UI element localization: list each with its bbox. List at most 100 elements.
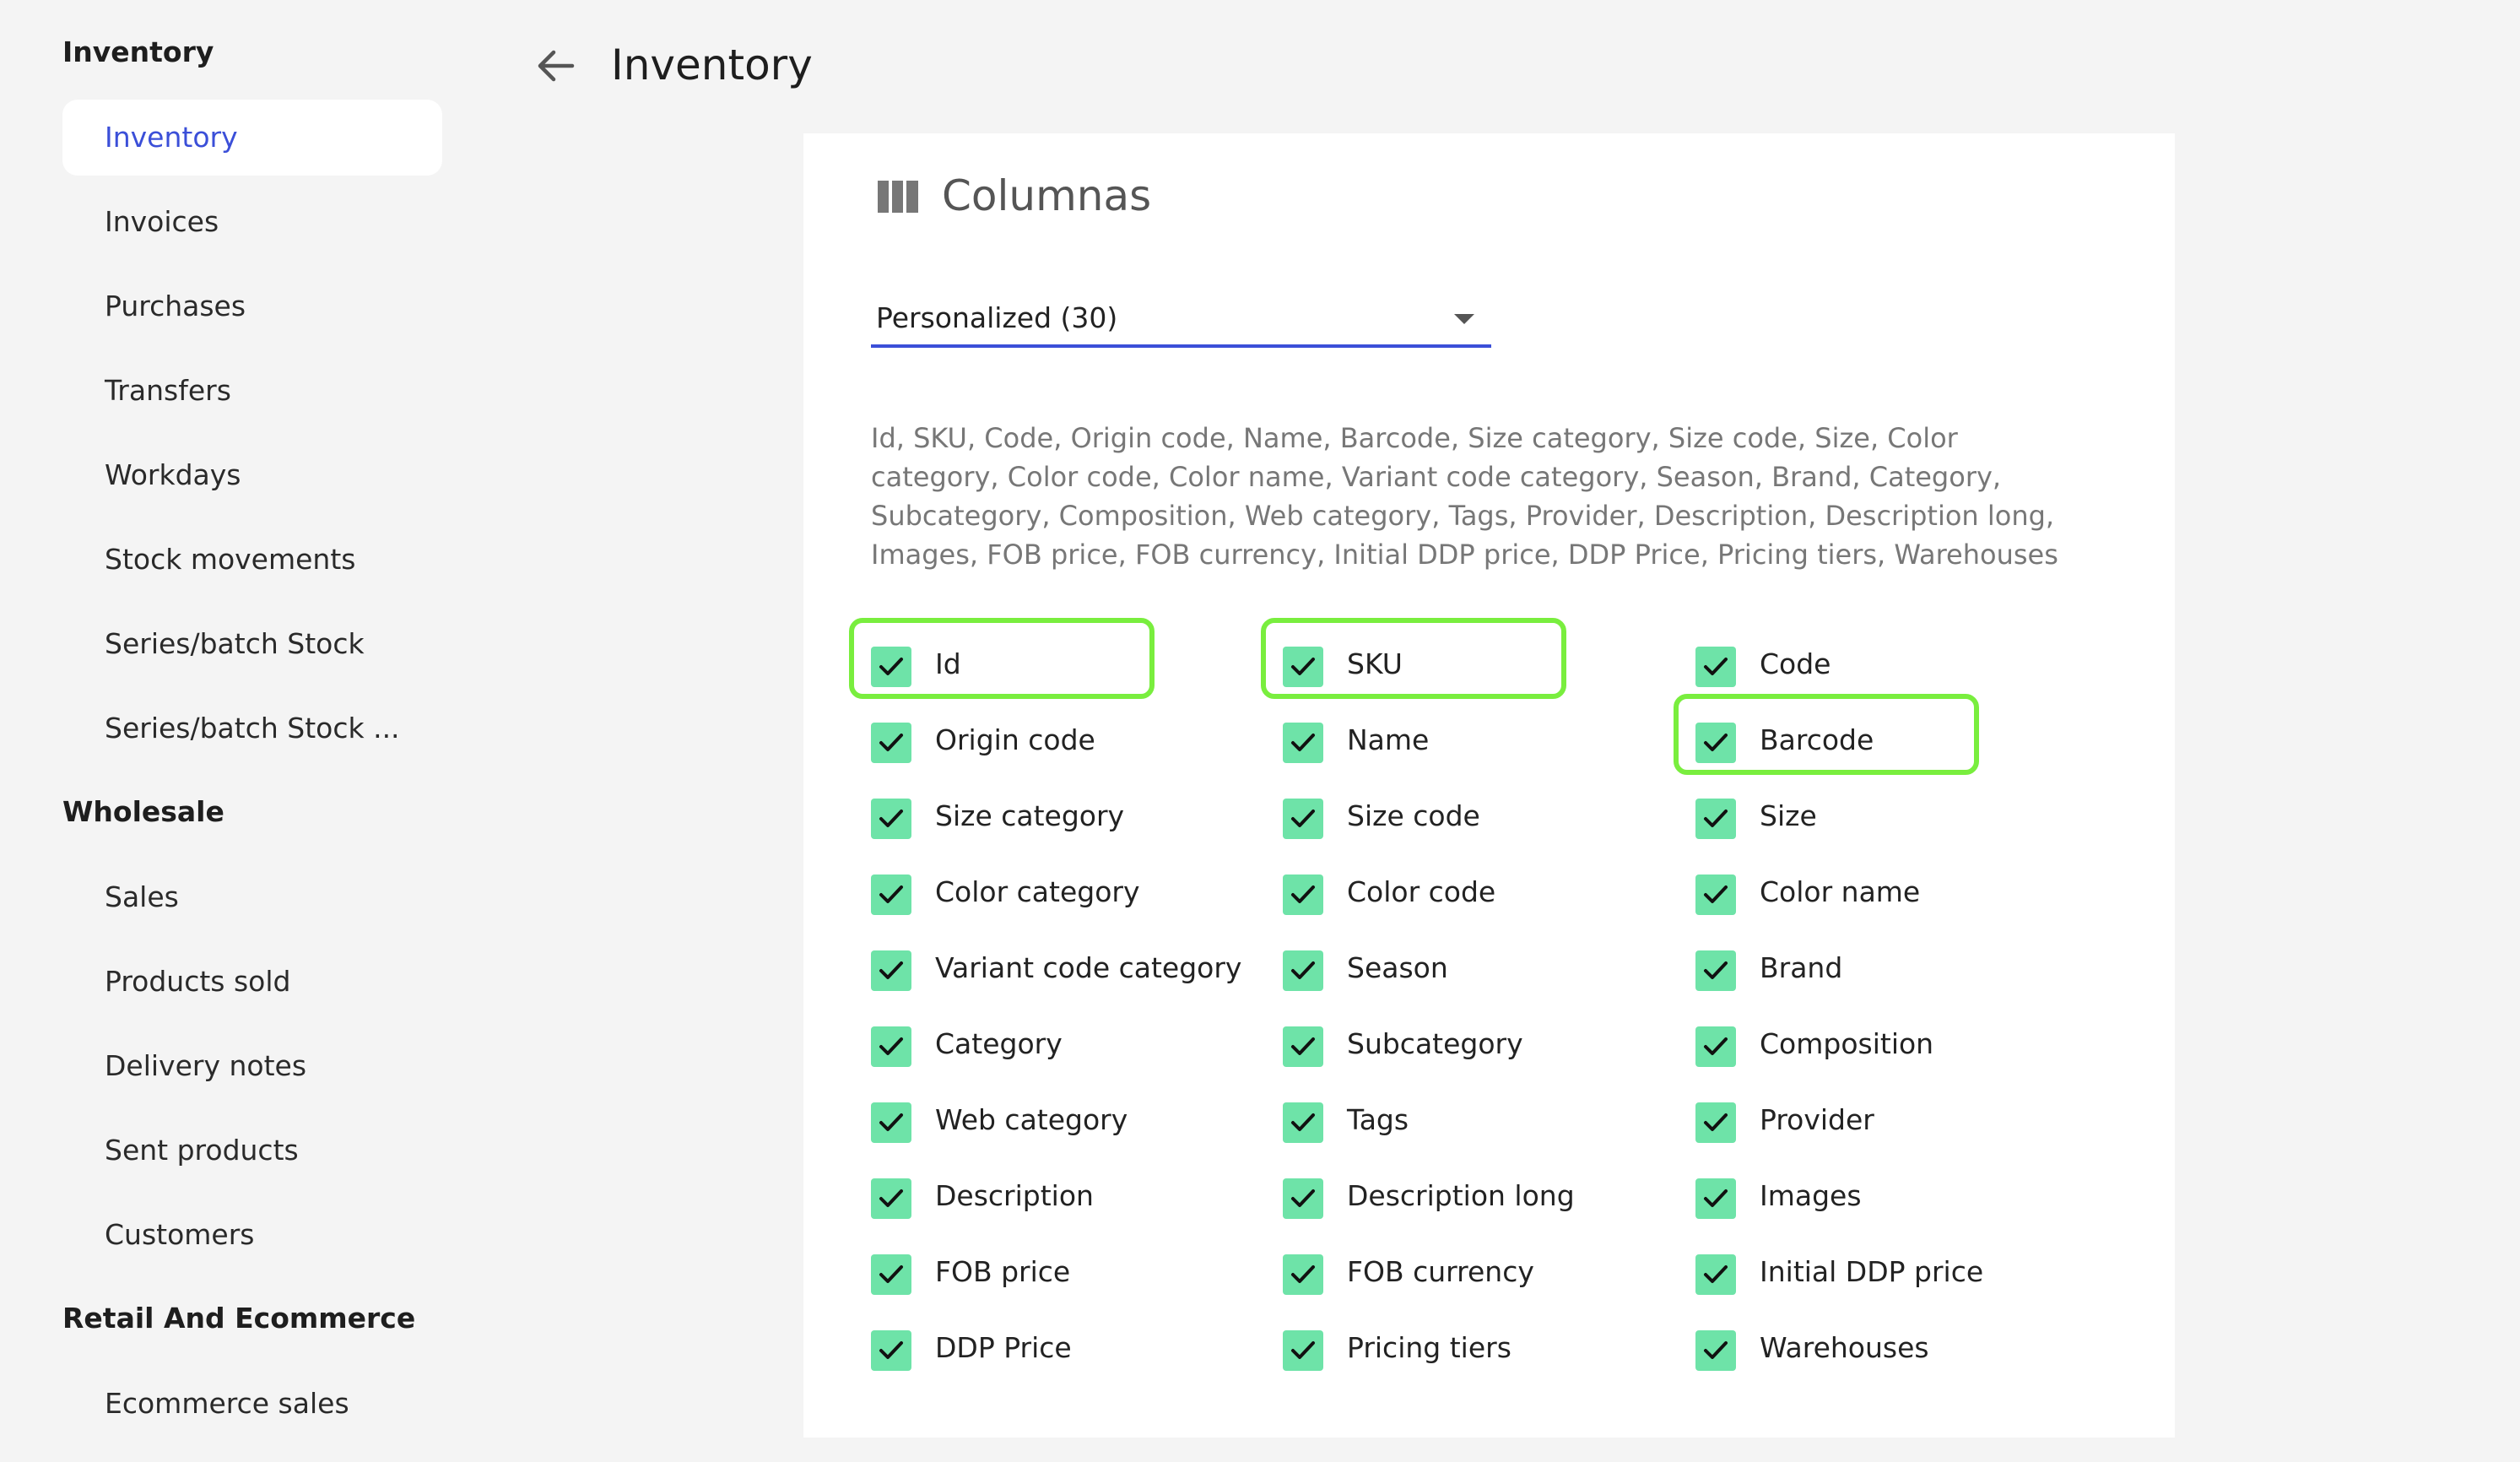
checkbox-checked-icon[interactable] (1283, 1330, 1323, 1371)
column-toggle-season[interactable]: Season (1283, 944, 1654, 994)
column-label: Origin code (935, 723, 1095, 756)
selected-columns-summary: Id, SKU, Code, Origin code, Name, Barcod… (871, 422, 2058, 571)
column-label: Category (935, 1027, 1063, 1060)
column-label: Images (1760, 1179, 1862, 1212)
checkbox-checked-icon[interactable] (1283, 647, 1323, 687)
checkbox-checked-icon[interactable] (871, 1254, 911, 1295)
column-toggle-id[interactable]: Id (871, 640, 1242, 690)
checkbox-checked-icon[interactable] (871, 1330, 911, 1371)
column-toggle-subcategory[interactable]: Subcategory (1283, 1020, 1654, 1070)
checkbox-checked-icon[interactable] (1283, 1026, 1323, 1067)
column-toggle-color-category[interactable]: Color category (871, 868, 1242, 918)
column-toggle-size-code[interactable]: Size code (1283, 792, 1654, 842)
column-toggle-initial-ddp-price[interactable]: Initial DDP price (1695, 1248, 2067, 1298)
checkbox-checked-icon[interactable] (871, 950, 911, 991)
column-label: Size category (935, 799, 1125, 832)
sidebar-item-purchases[interactable]: Purchases (62, 268, 442, 344)
sidebar-item-sales[interactable]: Sales (62, 859, 442, 935)
column-label: Size code (1347, 799, 1480, 832)
column-toggle-brand[interactable]: Brand (1695, 944, 2067, 994)
sidebar-item-sent-products[interactable]: Sent products (62, 1113, 442, 1189)
column-label: FOB currency (1347, 1255, 1534, 1288)
column-label: Warehouses (1760, 1331, 1929, 1364)
checkbox-checked-icon[interactable] (1283, 1178, 1323, 1219)
column-toggle-description-long[interactable]: Description long (1283, 1172, 1654, 1222)
checkbox-checked-icon[interactable] (1283, 799, 1323, 839)
checkbox-checked-icon[interactable] (1695, 647, 1736, 687)
columns-card: Columnas Personalized (30) Id, SKU, Code… (803, 133, 2175, 1438)
sidebar-item-workdays[interactable]: Workdays (62, 437, 442, 513)
card-title: Columnas (942, 171, 1152, 220)
column-label: Id (935, 647, 961, 680)
sidebar: Inventory Inventory Invoices Purchases T… (0, 0, 473, 1462)
sidebar-item-products-sold[interactable]: Products sold (62, 944, 442, 1020)
sidebar-item-inventory[interactable]: Inventory (62, 100, 442, 176)
column-toggle-provider[interactable]: Provider (1695, 1096, 2067, 1146)
column-toggle-description[interactable]: Description (871, 1172, 1242, 1222)
checkbox-checked-icon[interactable] (871, 799, 911, 839)
column-label: Description long (1347, 1179, 1575, 1212)
column-toggle-tags[interactable]: Tags (1283, 1096, 1654, 1146)
sidebar-item-series-batch-stock[interactable]: Series/batch Stock (62, 606, 442, 682)
column-preset-value: Personalized (30) (876, 301, 1118, 334)
checkbox-checked-icon[interactable] (871, 647, 911, 687)
column-toggle-color-code[interactable]: Color code (1283, 868, 1654, 918)
checkbox-checked-icon[interactable] (1283, 950, 1323, 991)
column-toggle-size-category[interactable]: Size category (871, 792, 1242, 842)
checkbox-checked-icon[interactable] (871, 1026, 911, 1067)
checkbox-checked-icon[interactable] (1695, 723, 1736, 763)
column-toggle-fob-price[interactable]: FOB price (871, 1248, 1242, 1298)
checkbox-checked-icon[interactable] (871, 874, 911, 915)
column-label: Provider (1760, 1103, 1874, 1136)
column-toggle-color-name[interactable]: Color name (1695, 868, 2067, 918)
sidebar-item-invoices[interactable]: Invoices (62, 184, 442, 260)
checkbox-checked-icon[interactable] (1695, 1026, 1736, 1067)
column-toggle-barcode[interactable]: Barcode (1695, 716, 2067, 766)
sidebar-item-delivery-notes[interactable]: Delivery notes (62, 1028, 442, 1104)
sidebar-item-stock-movements[interactable]: Stock movements (62, 522, 442, 598)
column-toggle-warehouses[interactable]: Warehouses (1695, 1324, 2067, 1374)
sidebar-item-ecommerce-sales[interactable]: Ecommerce sales (62, 1366, 442, 1442)
arrow-left-icon[interactable] (532, 42, 579, 89)
column-toggle-variant-code-category[interactable]: Variant code category (871, 944, 1242, 994)
column-toggle-composition[interactable]: Composition (1695, 1020, 2067, 1070)
checkbox-checked-icon[interactable] (1695, 1178, 1736, 1219)
column-toggle-size[interactable]: Size (1695, 792, 2067, 842)
sidebar-item-transfers[interactable]: Transfers (62, 353, 442, 429)
column-label: Brand (1760, 951, 1843, 984)
column-toggle-images[interactable]: Images (1695, 1172, 2067, 1222)
sidebar-section-wholesale: Wholesale (62, 795, 224, 828)
checkbox-checked-icon[interactable] (1283, 1254, 1323, 1295)
checkbox-checked-icon[interactable] (1283, 1102, 1323, 1143)
column-toggle-code[interactable]: Code (1695, 640, 2067, 690)
column-label: Season (1347, 951, 1448, 984)
column-toggle-origin-code[interactable]: Origin code (871, 716, 1242, 766)
checkbox-checked-icon[interactable] (1695, 1330, 1736, 1371)
sidebar-item-series-batch-stock-2[interactable]: Series/batch Stock ... (62, 690, 442, 766)
column-toggle-sku[interactable]: SKU (1283, 640, 1654, 690)
column-label: Pricing tiers (1347, 1331, 1511, 1364)
checkbox-checked-icon[interactable] (871, 1178, 911, 1219)
column-label: FOB price (935, 1255, 1071, 1288)
checkbox-checked-icon[interactable] (1283, 723, 1323, 763)
column-toggle-pricing-tiers[interactable]: Pricing tiers (1283, 1324, 1654, 1374)
checkbox-checked-icon[interactable] (1695, 1254, 1736, 1295)
column-toggle-name[interactable]: Name (1283, 716, 1654, 766)
checkbox-checked-icon[interactable] (871, 723, 911, 763)
column-label: DDP Price (935, 1331, 1072, 1364)
column-toggle-fob-currency[interactable]: FOB currency (1283, 1248, 1654, 1298)
column-label: Tags (1347, 1103, 1409, 1136)
column-label: Color category (935, 875, 1140, 908)
column-label: Composition (1760, 1027, 1934, 1060)
checkbox-checked-icon[interactable] (1695, 950, 1736, 991)
checkbox-checked-icon[interactable] (1695, 799, 1736, 839)
column-toggle-web-category[interactable]: Web category (871, 1096, 1242, 1146)
column-toggle-category[interactable]: Category (871, 1020, 1242, 1070)
sidebar-item-customers[interactable]: Customers (62, 1197, 442, 1273)
checkbox-checked-icon[interactable] (871, 1102, 911, 1143)
checkbox-checked-icon[interactable] (1695, 1102, 1736, 1143)
column-preset-select[interactable]: Personalized (30) (871, 294, 1491, 348)
checkbox-checked-icon[interactable] (1695, 874, 1736, 915)
checkbox-checked-icon[interactable] (1283, 874, 1323, 915)
column-toggle-ddp-price[interactable]: DDP Price (871, 1324, 1242, 1374)
